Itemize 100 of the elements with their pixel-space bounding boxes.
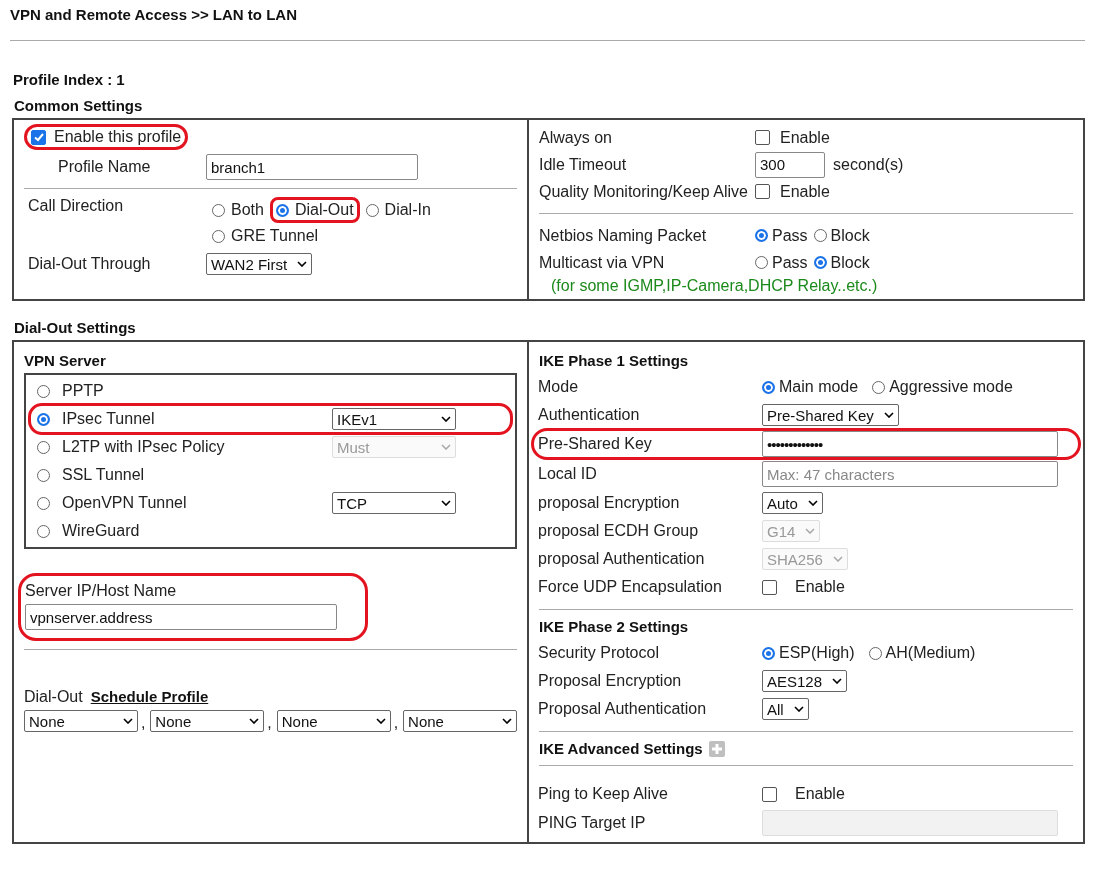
field-label: Idle Timeout (539, 155, 628, 174)
radio-button[interactable] (762, 646, 775, 660)
schedule-profile-link[interactable]: Schedule Profile (90, 688, 209, 705)
dropdown[interactable]: None (403, 710, 517, 732)
radio-button[interactable] (37, 524, 50, 538)
field-label: Authentication (538, 406, 641, 424)
caret-icon (883, 412, 894, 418)
field-label: Netbios Naming Packet (539, 226, 708, 245)
radio-button[interactable] (212, 229, 225, 243)
field-label: Pre-Shared Key (538, 435, 653, 453)
checkbox-label: Enable (795, 578, 845, 596)
field-label: Multicast via VPN (539, 253, 666, 272)
radio-label: Dial-Out (294, 201, 354, 219)
dropdown[interactable]: Pre-Shared Key (762, 404, 899, 426)
field-label: Quality Monitoring/Keep Alive (539, 182, 749, 201)
radio-label: Block (830, 253, 870, 272)
separator-comma: , (267, 714, 272, 732)
radio-button[interactable] (37, 384, 50, 398)
radio-button[interactable] (37, 412, 50, 426)
field-label: Dial-Out (24, 688, 83, 706)
caret-icon (832, 678, 843, 684)
field-label: Proposal Encryption (538, 672, 683, 690)
radio-label: L2TP with IPsec Policy (62, 438, 226, 456)
radio-label: SSL Tunnel (62, 466, 146, 484)
caret-icon (375, 718, 386, 724)
field-label: proposal Encryption (538, 494, 681, 512)
section-heading: IKE Advanced Settings (539, 740, 703, 757)
section-heading: Common Settings (14, 97, 144, 114)
radio-label: Dial-In (384, 201, 431, 219)
caret-icon (297, 261, 308, 267)
field-label: Dial-Out Through (28, 255, 152, 273)
section-heading: IKE Phase 1 Settings (539, 352, 689, 369)
field-label: Call Direction (28, 197, 125, 215)
dropdown[interactable]: AES128 (762, 670, 848, 692)
dropdown[interactable]: TCP (332, 492, 456, 514)
dropdown[interactable]: None (150, 710, 265, 732)
dropdown[interactable]: IKEv1 (332, 408, 456, 430)
checkbox[interactable] (755, 130, 770, 145)
field-label: Local ID (538, 465, 598, 483)
dropdown[interactable]: WAN2 First (206, 253, 313, 275)
field-label: Profile Name (57, 158, 152, 176)
field-label: proposal ECDH Group (538, 522, 700, 540)
field-label: Always on (539, 128, 613, 147)
radio-button[interactable] (813, 229, 827, 242)
dropdown[interactable]: All (762, 698, 809, 720)
section-heading: VPN Server (24, 352, 107, 369)
radio-label: AH(Medium) (885, 644, 976, 662)
radio-button[interactable] (212, 203, 225, 217)
host-name-field[interactable]: vpnserver.address (25, 604, 337, 630)
checkbox-label: Enable (780, 128, 830, 147)
dropdown[interactable]: None (276, 710, 391, 732)
checkbox-label: Enable this profile (54, 128, 182, 146)
caret-icon (441, 416, 451, 422)
caret-icon (807, 500, 818, 506)
radio-label: Pass (772, 253, 808, 272)
note-text: (for some IGMP,IP-Camera,DHCP Relay..etc.) (550, 277, 879, 295)
checkbox[interactable] (755, 184, 770, 199)
separator-comma: , (393, 714, 399, 732)
caret-icon (805, 528, 816, 534)
radio-button[interactable] (872, 380, 886, 394)
caret-icon (249, 718, 260, 724)
profile-index: Profile Index : 1 (13, 71, 126, 88)
field-label: Security Protocol (538, 644, 660, 662)
field-label: Ping to Keep Alive (538, 785, 669, 803)
field-label: proposal Authentication (538, 550, 706, 568)
caret-icon (502, 718, 512, 724)
field-label: PING Target IP (538, 814, 647, 832)
radio-label: Pass (772, 226, 808, 245)
radio-button[interactable] (365, 203, 379, 217)
section-heading: IKE Phase 2 Settings (539, 618, 689, 635)
dropdown[interactable]: Auto (762, 492, 823, 514)
radio-button[interactable] (37, 468, 50, 482)
radio-button[interactable] (813, 256, 827, 269)
password-field[interactable]: ••••••••••••• (762, 431, 1058, 457)
radio-button[interactable] (755, 256, 768, 269)
separator-comma: , (140, 714, 146, 732)
radio-button[interactable] (37, 440, 50, 454)
unit-label: second(s) (833, 155, 904, 174)
radio-button[interactable] (755, 229, 768, 242)
input-field[interactable]: Max: 47 characters (762, 461, 1058, 487)
field-label: Force UDP Encapsulation (538, 578, 723, 596)
checkbox[interactable] (31, 129, 46, 145)
page-title: VPN and Remote Access >> LAN to LAN (10, 5, 298, 23)
timeout-field[interactable]: 300 (755, 151, 825, 178)
field-label: Mode (538, 378, 580, 396)
profile-name-field[interactable]: branch1 (206, 154, 418, 180)
radio-label: PPTP (62, 382, 105, 400)
radio-button[interactable] (868, 646, 882, 660)
field-label: Server IP/Host Name (25, 582, 177, 600)
caret-icon (793, 706, 804, 712)
radio-label: Aggressive mode (889, 378, 1013, 396)
radio-label: WireGuard (62, 522, 141, 540)
checkbox[interactable] (762, 786, 777, 802)
checkbox[interactable] (762, 579, 777, 595)
dropdown[interactable]: None (24, 710, 138, 732)
radio-button[interactable] (37, 496, 50, 510)
caret-icon (441, 500, 451, 506)
caret-icon (441, 444, 451, 450)
radio-button[interactable] (762, 380, 775, 394)
radio-button[interactable] (275, 203, 289, 217)
